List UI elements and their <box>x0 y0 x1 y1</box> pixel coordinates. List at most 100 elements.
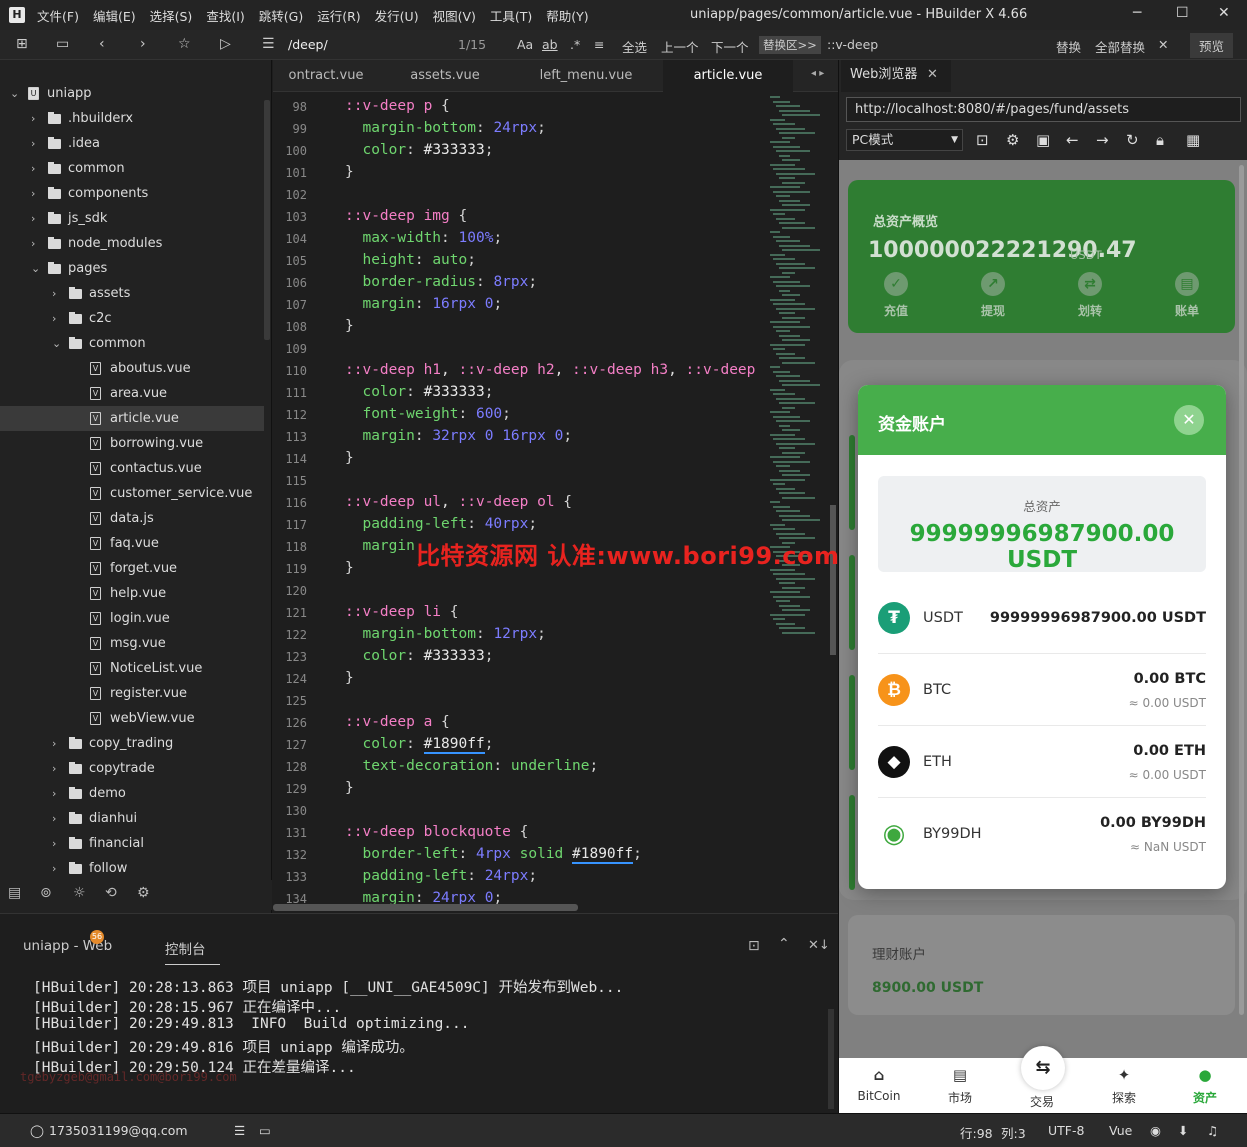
code-line[interactable]: } <box>345 450 354 466</box>
selection-toggle-icon[interactable]: ≡ <box>594 37 604 52</box>
modal-close-button[interactable]: ✕ <box>1174 405 1204 435</box>
tab-article[interactable]: article.vue <box>663 60 793 92</box>
code-line[interactable]: padding-left: 40rpx; <box>345 516 537 532</box>
chevron-right-icon[interactable]: › <box>31 237 35 250</box>
tree-item[interactable]: › .idea <box>0 131 264 156</box>
bill-button[interactable]: ▤ 账单 <box>1157 272 1217 319</box>
transfer-button[interactable]: ⇄ 划转 <box>1060 272 1120 319</box>
maximize-button[interactable]: ☐ <box>1176 5 1189 21</box>
tree-item[interactable]: Vdata.js <box>0 506 264 531</box>
tree-item[interactable]: V NoticeList.vue <box>0 656 264 681</box>
chevron-right-icon[interactable]: › <box>52 762 56 775</box>
code-line[interactable]: color: #333333; <box>345 384 493 400</box>
terminal-icon[interactable]: ▭ <box>259 1123 271 1138</box>
replace-toggle-button[interactable]: 替换区>> <box>759 36 821 54</box>
code-line[interactable]: ::v-deep img { <box>345 208 467 224</box>
tree-item[interactable]: › .hbuilderx <box>0 106 264 131</box>
menu-help[interactable]: 帮助(Y) <box>546 6 588 25</box>
code-line[interactable]: text-decoration: underline; <box>345 758 598 774</box>
code-line[interactable]: } <box>345 318 354 334</box>
tree-item[interactable]: Vcontactus.vue <box>0 456 264 481</box>
replace-input[interactable]: ::v-deep <box>827 37 878 52</box>
lock-icon[interactable]: 🔒︎ <box>1156 131 1164 149</box>
tree-item[interactable]: › dianhui <box>0 806 264 831</box>
find-next-button[interactable]: 下一个 <box>711 37 749 56</box>
menu-select[interactable]: 选择(S) <box>150 6 193 25</box>
list-icon[interactable]: ☰ <box>234 1123 245 1138</box>
tree-item[interactable]: Vlogin.vue <box>0 606 264 631</box>
account-label[interactable]: 1735031199@qq.com <box>49 1123 188 1138</box>
tree-item[interactable]: › copy_trading <box>0 731 264 756</box>
nav-market[interactable]: ▤ 市场 <box>930 1058 990 1113</box>
menu-edit[interactable]: 编辑(E) <box>93 6 136 25</box>
search-toggle-icon[interactable]: ☰ <box>262 36 275 52</box>
encoding-indicator[interactable]: UTF-8 <box>1048 1123 1084 1138</box>
nav-trade[interactable]: 交易 <box>1012 1058 1072 1113</box>
settings-icon[interactable]: ⚙ <box>1006 131 1019 149</box>
new-file-icon[interactable]: ⊞ <box>16 36 28 52</box>
tree-item[interactable]: VwebView.vue <box>0 706 264 731</box>
bell-icon[interactable]: ◉ <box>1150 1123 1161 1138</box>
binoculars-icon[interactable]: ⊚ <box>40 885 52 901</box>
console-icon[interactable]: ▣ <box>1036 131 1050 149</box>
deposit-button[interactable]: ✓ 充值 <box>866 272 926 319</box>
tree-item[interactable]: › financial <box>0 831 264 856</box>
find-prev-button[interactable]: 上一个 <box>661 37 699 56</box>
tree-item[interactable]: › c2c <box>0 306 264 331</box>
tree-item[interactable]: ⌄ pages <box>0 256 264 281</box>
tab-left-menu[interactable]: left_menu.vue <box>521 60 651 92</box>
code-line[interactable]: ::v-deep blockquote { <box>345 824 528 840</box>
replace-button[interactable]: 替换 <box>1056 37 1081 56</box>
code-editor[interactable]: 98::v-deep p {99 margin-bottom: 24rpx; 10… <box>273 92 838 912</box>
editor-vertical-scrollbar[interactable] <box>830 505 836 655</box>
chevron-right-icon[interactable]: › <box>52 812 56 825</box>
git-icon[interactable]: ⟲ <box>105 885 117 901</box>
download-icon[interactable]: ⬇ <box>1178 1123 1188 1138</box>
chevron-right-icon[interactable]: › <box>52 862 56 875</box>
tab-web-browser[interactable]: Web浏览器 ✕ <box>841 60 951 92</box>
case-toggle-icon[interactable]: Aa <box>517 37 533 52</box>
console-scrollbar[interactable] <box>828 1009 834 1109</box>
code-line[interactable]: margin: 32rpx 0 16rpx 0; <box>345 428 572 444</box>
code-line[interactable]: margin <box>345 538 414 554</box>
tab-scroll-icon[interactable]: ◂ ▸ <box>811 68 824 79</box>
nav-explore[interactable]: ✦ 探索 <box>1094 1058 1154 1113</box>
tree-item[interactable]: Vcustomer_service.vue <box>0 481 264 506</box>
forward-arrow-icon[interactable]: → <box>1096 131 1109 149</box>
tree-item[interactable]: › follow <box>0 856 264 881</box>
star-icon[interactable]: ☆ <box>178 36 191 52</box>
chevron-right-icon[interactable]: › <box>31 187 35 200</box>
app-scrollbar[interactable] <box>1239 165 1244 1015</box>
tree-item[interactable]: Vforget.vue <box>0 556 264 581</box>
chevron-right-icon[interactable]: › <box>52 287 56 300</box>
tree-item[interactable]: Varticle.vue <box>0 406 264 431</box>
editor-horizontal-scrollbar[interactable] <box>273 904 578 911</box>
tab-contract[interactable]: ontract.vue <box>273 60 379 92</box>
chevron-down-icon[interactable]: ⌄ <box>52 337 61 350</box>
menu-run[interactable]: 运行(R) <box>317 6 360 25</box>
bug-icon[interactable]: ☼ <box>73 885 86 901</box>
menu-view[interactable]: 视图(V) <box>433 6 476 25</box>
chevron-right-icon[interactable]: › <box>31 112 35 125</box>
tree-item[interactable]: ⌄ common <box>0 331 264 356</box>
code-line[interactable]: padding-left: 24rpx; <box>345 868 537 884</box>
close-browser-tab-icon[interactable]: ✕ <box>927 60 938 90</box>
back-arrow-icon[interactable]: ← <box>1066 131 1079 149</box>
save-icon[interactable]: ▭ <box>56 36 69 52</box>
code-line[interactable]: ::v-deep a { <box>345 714 450 730</box>
tree-item[interactable]: › components <box>0 181 264 206</box>
code-line[interactable]: border-radius: 8rpx; <box>345 274 537 290</box>
tree-item[interactable]: › copytrade <box>0 756 264 781</box>
asset-row[interactable]: ◉ BY99DH 0.00 BY99DH ≈ NaN USDT <box>878 798 1206 870</box>
sidebar-scrollbar[interactable] <box>264 100 270 340</box>
regex-toggle-icon[interactable]: .* <box>570 37 580 52</box>
clear-console-icon[interactable]: ✕↓ <box>808 938 830 953</box>
tree-item[interactable]: Vfaq.vue <box>0 531 264 556</box>
tree-item[interactable]: Vaboutus.vue <box>0 356 264 381</box>
explorer-icon[interactable]: ▤ <box>8 885 21 901</box>
tree-item[interactable]: › js_sdk <box>0 206 264 231</box>
code-line[interactable]: ::v-deep ul, ::v-deep ol { <box>345 494 572 510</box>
code-line[interactable]: ::v-deep h1, ::v-deep h2, ::v-deep h3, :… <box>345 362 755 378</box>
nav-assets[interactable]: ● 资产 <box>1175 1058 1235 1113</box>
code-line[interactable]: margin: 16rpx 0; <box>345 296 502 312</box>
